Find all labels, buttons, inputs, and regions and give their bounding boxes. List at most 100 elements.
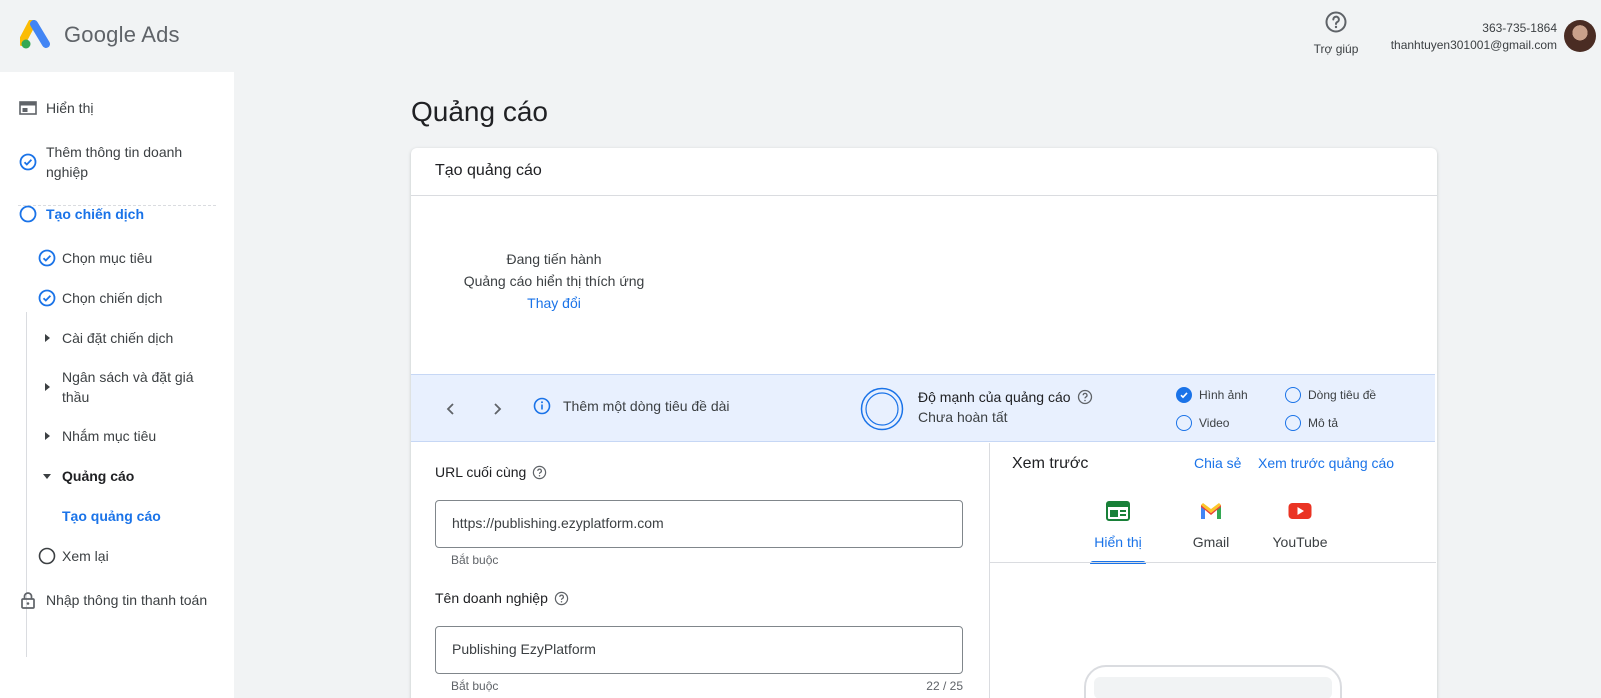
help-icon[interactable]	[1077, 389, 1093, 405]
tip-text: Thêm một dòng tiêu đề dài	[563, 398, 730, 414]
sidebar-item-label: Tạo chiến dịch	[46, 206, 145, 222]
preview-panel: Xem trước Chia sẻ Xem trước quảng cáo Hi…	[989, 443, 1436, 698]
ad-strength-tip: Thêm một dòng tiêu đề dài	[533, 397, 730, 415]
caret-down-icon	[37, 466, 57, 486]
youtube-icon	[1288, 503, 1312, 519]
sidebar-item-choose-goal[interactable]: Chọn mục tiêu	[37, 248, 152, 268]
page-title: Quảng cáo	[411, 96, 548, 127]
tab-gmail[interactable]: Gmail	[1186, 501, 1236, 563]
gmail-icon	[1201, 503, 1221, 519]
business-name-label: Tên doanh nghiệp	[435, 590, 569, 606]
sidebar-item-ads[interactable]: Quảng cáo	[37, 466, 134, 486]
empty-circle-icon	[1285, 415, 1301, 431]
account-id: 363-735-1864	[1482, 21, 1557, 35]
ad-strength-label: Độ mạnh của quảng cáo	[918, 389, 1071, 405]
check-label: Video	[1199, 416, 1230, 430]
final-url-input[interactable]: https://publishing.ezyplatform.com	[435, 500, 963, 548]
check-label: Mô tả	[1308, 416, 1339, 430]
tab-label: YouTube	[1272, 534, 1328, 550]
sidebar-item-label: Hiển thị	[46, 100, 94, 116]
sidebar-item-business-info[interactable]: Thêm thông tin doanh nghiệp	[18, 142, 208, 182]
sidebar-item-campaign-settings[interactable]: Cài đặt chiến dịch	[37, 328, 173, 348]
sidebar-item-label: Cài đặt chiến dịch	[62, 330, 174, 346]
account-email: thanhtuyen301001@gmail.com	[1390, 38, 1557, 52]
business-name-input[interactable]: Publishing EzyPlatform	[435, 626, 963, 674]
sidebar: Hiển thị Thêm thông tin doanh nghiệp Tạo…	[0, 72, 234, 698]
check-label: Dòng tiêu đề	[1308, 388, 1377, 402]
sidebar-item-create-ad[interactable]: Tạo quảng cáo	[62, 506, 161, 526]
sidebar-item-billing[interactable]: Nhập thông tin thanh toán	[18, 590, 207, 610]
sidebar-item-review[interactable]: Xem lại	[37, 546, 109, 566]
display-icon	[18, 98, 38, 118]
help-button[interactable]: Trợ giúp	[1308, 10, 1364, 56]
phone-preview-frame	[1084, 665, 1342, 698]
sidebar-item-display[interactable]: Hiển thị	[18, 98, 93, 118]
sidebar-item-label: Tạo quảng cáo	[62, 508, 161, 524]
status-line-2: Quảng cáo hiển thị thích ứng	[463, 273, 645, 289]
sidebar-item-label: Nhập thông tin thanh toán	[46, 592, 208, 608]
checked-circle-icon	[1176, 387, 1192, 403]
ad-form: URL cuối cùng https://publishing.ezyplat…	[411, 443, 989, 698]
strength-check-images: Hình ảnh	[1176, 387, 1248, 403]
share-link[interactable]: Chia sẻ	[1194, 455, 1241, 471]
strength-check-headlines: Dòng tiêu đề	[1285, 387, 1376, 403]
strength-check-video: Video	[1176, 415, 1229, 431]
change-ad-type-link[interactable]: Thay đổi	[411, 292, 697, 314]
final-url-label: URL cuối cùng	[435, 464, 547, 480]
ad-strength-bar: Thêm một dòng tiêu đề dài Độ mạnh của qu…	[411, 374, 1435, 442]
ad-status-block: Đang tiến hành Quảng cáo hiển thị thích …	[411, 248, 697, 314]
circle-outline-icon	[18, 204, 38, 224]
sidebar-item-label: Chọn chiến dịch	[62, 290, 163, 306]
next-tip-button[interactable]	[487, 399, 507, 419]
final-url-label-text: URL cuối cùng	[435, 464, 527, 480]
empty-circle-icon	[1176, 415, 1192, 431]
check-circle-icon	[37, 248, 57, 268]
tab-youtube[interactable]: YouTube	[1268, 501, 1332, 563]
sidebar-item-label: Quảng cáo	[62, 468, 135, 484]
card-title: Tạo quảng cáo	[411, 148, 1437, 196]
business-name-counter: 22 / 25	[926, 679, 963, 693]
help-icon	[1325, 11, 1347, 33]
sidebar-item-targeting[interactable]: Nhắm mục tiêu	[37, 426, 156, 446]
info-icon	[533, 397, 551, 415]
sidebar-item-create-campaign[interactable]: Tạo chiến dịch	[18, 204, 144, 224]
strength-check-descriptions: Mô tả	[1285, 415, 1338, 431]
help-icon[interactable]	[554, 591, 569, 606]
preview-title: Xem trước	[1012, 455, 1089, 472]
sidebar-item-budget-bidding[interactable]: Ngân sách và đặt giá thầu	[37, 367, 217, 407]
sidebar-item-label: Chọn mục tiêu	[62, 250, 153, 266]
empty-circle-icon	[1285, 387, 1301, 403]
business-name-label-text: Tên doanh nghiệp	[435, 590, 548, 606]
tab-label: Hiển thị	[1094, 534, 1142, 550]
ad-strength-status: Chưa hoàn tất	[918, 409, 1008, 425]
account-info[interactable]: 363-735-1864 thanhtuyen301001@gmail.com	[1391, 20, 1557, 54]
help-icon[interactable]	[532, 465, 547, 480]
sidebar-item-label: Xem lại	[62, 548, 109, 564]
caret-right-icon	[37, 426, 57, 446]
avatar[interactable]	[1564, 20, 1596, 52]
tab-display[interactable]: Hiển thị	[1090, 501, 1146, 564]
business-name-helper: Bắt buộc	[451, 679, 499, 693]
phone-search-bar	[1094, 677, 1332, 698]
preview-ad-link[interactable]: Xem trước quảng cáo	[1258, 455, 1394, 471]
tab-label: Gmail	[1192, 534, 1230, 550]
sidebar-item-label: Nhắm mục tiêu	[62, 428, 157, 444]
sidebar-item-label: Ngân sách và đặt giá thầu	[62, 369, 194, 405]
google-ads-logo-icon	[20, 20, 50, 49]
check-label: Hình ảnh	[1199, 388, 1248, 402]
logo-text: Google Ads	[64, 22, 180, 47]
sidebar-item-choose-campaign[interactable]: Chọn chiến dịch	[37, 288, 162, 308]
chevron-right-icon	[494, 403, 502, 415]
check-circle-icon	[37, 288, 57, 308]
status-line-1: Đang tiến hành	[506, 251, 602, 267]
top-bar: Google Ads Trợ giúp 363-735-1864 thanhtu…	[0, 0, 1601, 72]
check-circle-icon	[18, 152, 38, 172]
display-icon	[1106, 501, 1130, 521]
google-ads-logo[interactable]: Google Ads	[20, 20, 180, 50]
circle-outline-icon	[37, 546, 57, 566]
final-url-helper: Bắt buộc	[451, 553, 499, 567]
ad-strength-ring-icon	[860, 387, 904, 431]
caret-right-icon	[37, 328, 57, 348]
lock-icon	[18, 590, 38, 610]
prev-tip-button[interactable]	[441, 399, 461, 419]
